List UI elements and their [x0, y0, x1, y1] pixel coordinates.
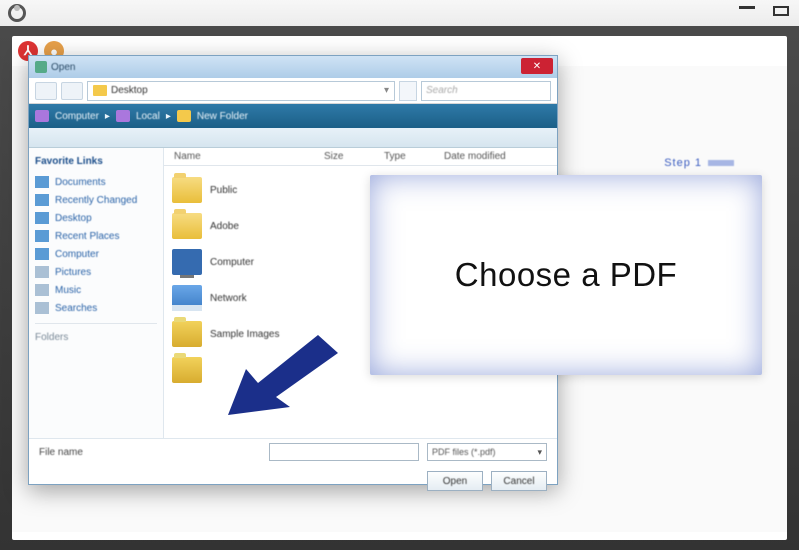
col-date[interactable]: Date modified [434, 151, 557, 162]
col-size[interactable]: Size [314, 151, 374, 162]
refresh-button[interactable] [399, 81, 417, 101]
breadcrumb-seg[interactable]: New Folder [197, 111, 248, 122]
open-button-label: Open [443, 476, 467, 487]
link-icon [35, 302, 49, 314]
nav-forward-button[interactable] [61, 82, 83, 100]
link-icon [35, 284, 49, 296]
breadcrumb-seg[interactable]: Local [136, 111, 160, 122]
minimize-icon[interactable] [739, 6, 755, 9]
link-icon [35, 266, 49, 278]
app-logo-icon [8, 4, 26, 22]
dialog-title: Open [51, 62, 75, 73]
callout-text: Choose a PDF [455, 256, 677, 294]
callout-step-label: Step 1 [664, 157, 734, 169]
nav-back-button[interactable] [35, 82, 57, 100]
filename-label: File name [39, 447, 83, 458]
link-icon [35, 212, 49, 224]
window-controls [739, 6, 789, 16]
breadcrumb-bar: Computer ▸ Local ▸ New Folder [29, 104, 557, 128]
item-label: Computer [210, 257, 254, 268]
path-current: Desktop [111, 85, 148, 96]
folder-icon [172, 321, 202, 347]
sidebar-item-label: Computer [55, 249, 99, 260]
sidebar-item[interactable]: Recently Changed [33, 191, 159, 209]
sidebar-item-label: Recent Places [55, 231, 119, 242]
sidebar-item-label: Desktop [55, 213, 92, 224]
link-icon [35, 248, 49, 260]
sidebar-item[interactable]: Recent Places [33, 227, 159, 245]
search-input[interactable]: Search [421, 81, 551, 101]
col-type[interactable]: Type [374, 151, 434, 162]
item-label: Adobe [210, 221, 239, 232]
filetype-select[interactable]: PDF files (*.pdf)▾ [427, 443, 547, 461]
cancel-button[interactable]: Cancel [491, 471, 547, 491]
dialog-footer: File name PDF files (*.pdf)▾ Open Cancel [29, 438, 557, 484]
folder-icon [172, 177, 202, 203]
link-icon [35, 230, 49, 242]
dialog-toolbar [29, 128, 557, 148]
maximize-icon[interactable] [773, 6, 789, 16]
dialog-titlebar[interactable]: Open ✕ [29, 56, 557, 78]
sidebar-item[interactable]: Documents [33, 173, 159, 191]
breadcrumb-icon [116, 110, 130, 122]
search-placeholder: Search [426, 85, 458, 96]
sidebar-item[interactable]: Desktop [33, 209, 159, 227]
drive-icon [172, 285, 202, 311]
sidebar-item[interactable]: Computer [33, 245, 159, 263]
sidebar-header: Favorite Links [33, 154, 159, 173]
sidebar-item[interactable]: Music [33, 281, 159, 299]
sidebar-item-label: Documents [55, 177, 106, 188]
breadcrumb-icon [35, 110, 49, 122]
folder-icon [172, 357, 202, 383]
dialog-icon [35, 61, 47, 73]
sidebar-footer[interactable]: Folders [33, 330, 159, 345]
close-button[interactable]: ✕ [521, 58, 553, 74]
filetype-label: PDF files (*.pdf) [432, 447, 496, 457]
instruction-callout: Step 1 Choose a PDF [370, 175, 762, 375]
app-titlebar [0, 0, 799, 26]
sidebar-separator [35, 323, 157, 324]
item-label: Sample Images [210, 329, 279, 340]
sidebar-item[interactable]: Pictures [33, 263, 159, 281]
folder-icon [172, 213, 202, 239]
link-icon [35, 194, 49, 206]
folder-icon [177, 110, 191, 122]
col-name[interactable]: Name [164, 151, 314, 162]
sidebar-item-label: Pictures [55, 267, 91, 278]
computer-icon [172, 249, 202, 275]
column-headers[interactable]: Name Size Type Date modified [164, 148, 557, 166]
filename-input[interactable] [269, 443, 419, 461]
cancel-button-label: Cancel [503, 476, 534, 487]
sidebar-item-label: Recently Changed [55, 195, 137, 206]
path-bar: Desktop ▾ Search [29, 78, 557, 104]
sidebar-item[interactable]: Searches [33, 299, 159, 317]
item-label: Public [210, 185, 237, 196]
sidebar: Favorite Links Documents Recently Change… [29, 148, 164, 438]
sidebar-item-label: Searches [55, 303, 97, 314]
open-button[interactable]: Open [427, 471, 483, 491]
link-icon [35, 176, 49, 188]
breadcrumb-seg[interactable]: Computer [55, 111, 99, 122]
folder-icon [93, 85, 107, 96]
path-input[interactable]: Desktop ▾ [87, 81, 395, 101]
sidebar-item-label: Music [55, 285, 81, 296]
item-label: Network [210, 293, 247, 304]
